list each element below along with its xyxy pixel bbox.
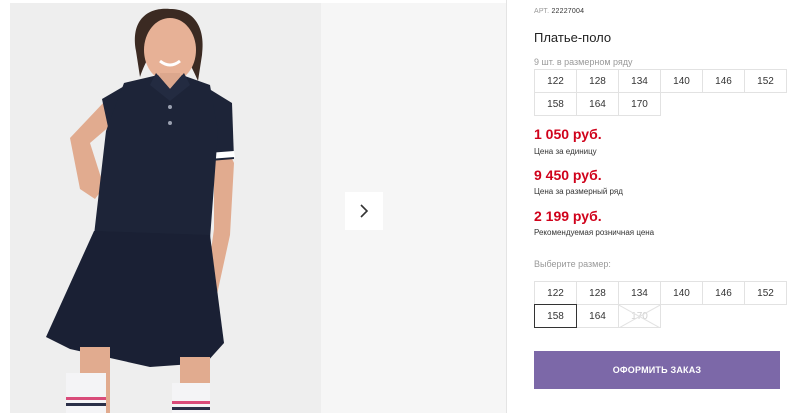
size-row-cell: 134 [618,69,661,93]
unit-price: 1 050 руб. [534,126,602,142]
size-row-note: 9 шт. в размерном ряду [534,57,633,67]
chevron-right-icon [360,204,369,218]
size-row-cell: 140 [660,69,703,93]
size-row-cell: 152 [744,69,787,93]
size-row-cell: 128 [576,69,619,93]
size-option[interactable]: 134 [618,281,661,305]
size-option[interactable]: 164 [576,304,619,328]
product-photo-illustration [10,3,321,413]
size-row-grid: 122 128 134 140 146 152 158 164 170 [534,69,787,116]
size-option[interactable]: 146 [702,281,745,305]
size-option[interactable]: 128 [576,281,619,305]
retail-price: 2 199 руб. [534,208,602,224]
size-row-cell: 122 [534,69,577,93]
size-row-cell: 164 [576,92,619,116]
product-gallery [10,0,506,413]
unit-price-note: Цена за единицу [534,147,597,156]
size-option-selected[interactable]: 158 [534,304,577,328]
size-row-cell: 158 [534,92,577,116]
size-option[interactable]: 152 [744,281,787,305]
article-label: АРТ. [534,8,550,15]
row-price: 9 450 руб. [534,167,602,183]
choose-size-label: Выберите размер: [534,259,611,269]
size-option[interactable]: 122 [534,281,577,305]
gallery-next-button[interactable] [345,192,383,230]
row-price-note: Цена за размерный ряд [534,187,623,196]
size-picker: 122 128 134 140 146 152 158 164 170 [534,281,787,328]
size-row-cell: 170 [618,92,661,116]
product-title: Платье-поло [534,30,612,45]
retail-price-note: Рекомендуемая розничная цена [534,228,655,237]
article-number: АРТ. 22227004 [534,8,584,15]
article-value: 22227004 [551,8,585,15]
place-order-button[interactable]: ОФОРМИТЬ ЗАКАЗ [534,351,780,389]
product-photo [10,3,321,413]
size-option-disabled: 170 [618,304,661,328]
size-option[interactable]: 140 [660,281,703,305]
column-divider [506,0,507,413]
size-row-cell: 146 [702,69,745,93]
